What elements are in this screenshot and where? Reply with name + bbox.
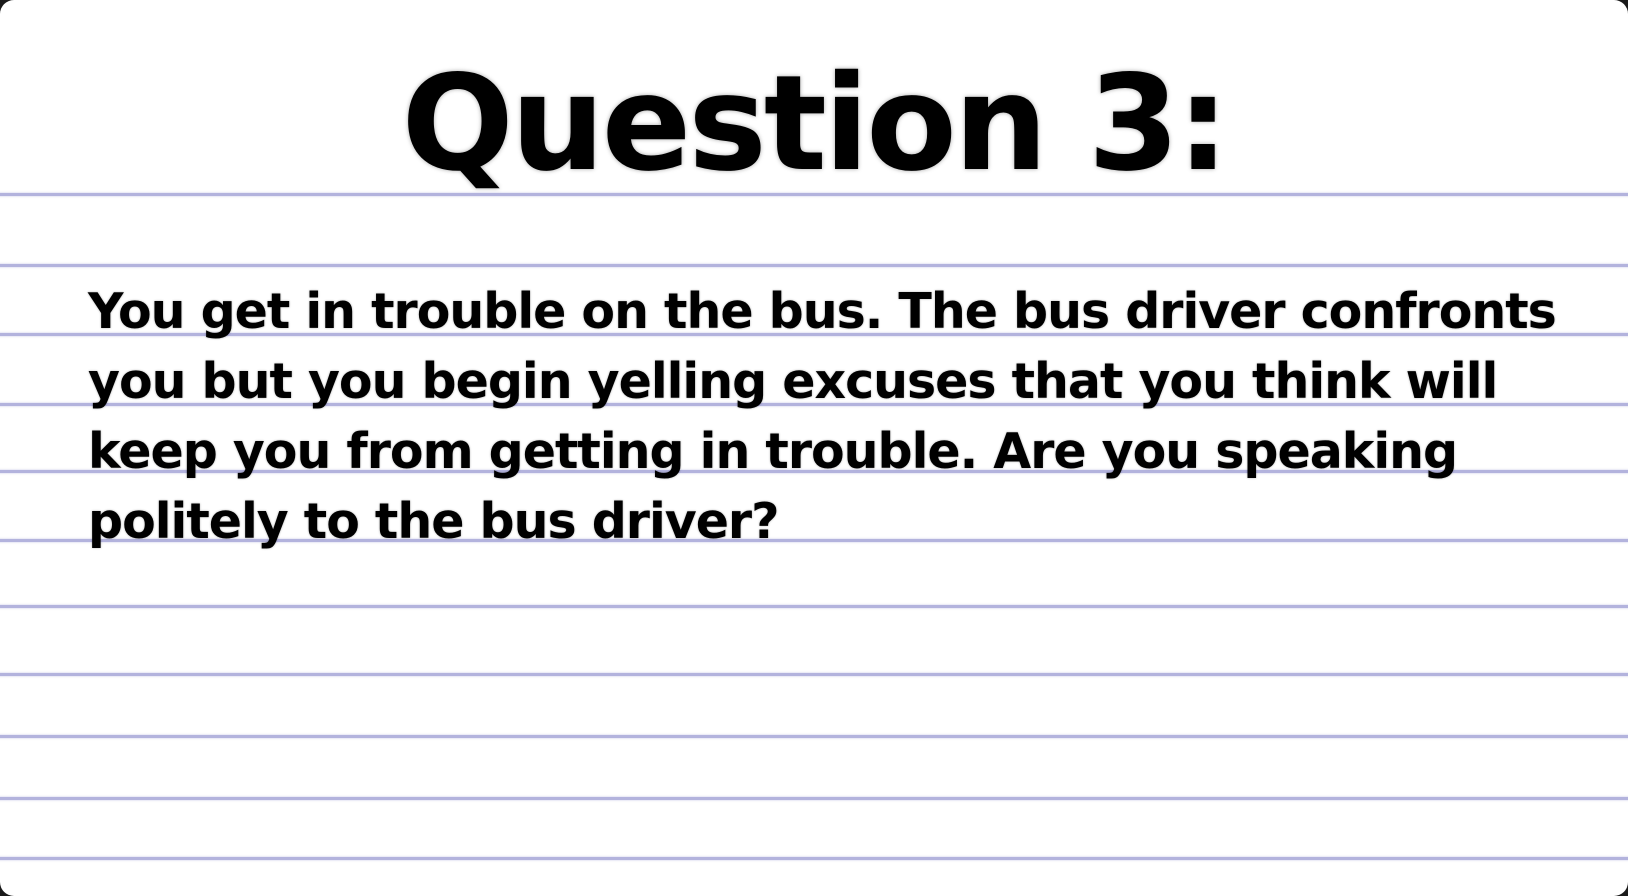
page-title: Question 3: xyxy=(401,47,1230,201)
lined-paper-slide: Question 3: You get in trouble on the bu… xyxy=(0,0,1628,896)
ruled-line xyxy=(0,605,1628,608)
question-text: You get in trouble on the bus. The bus d… xyxy=(88,283,1557,550)
ruled-line xyxy=(0,735,1628,738)
ruled-line xyxy=(0,673,1628,676)
ruled-line xyxy=(0,857,1628,860)
ruled-line xyxy=(0,264,1628,267)
ruled-line xyxy=(0,797,1628,800)
